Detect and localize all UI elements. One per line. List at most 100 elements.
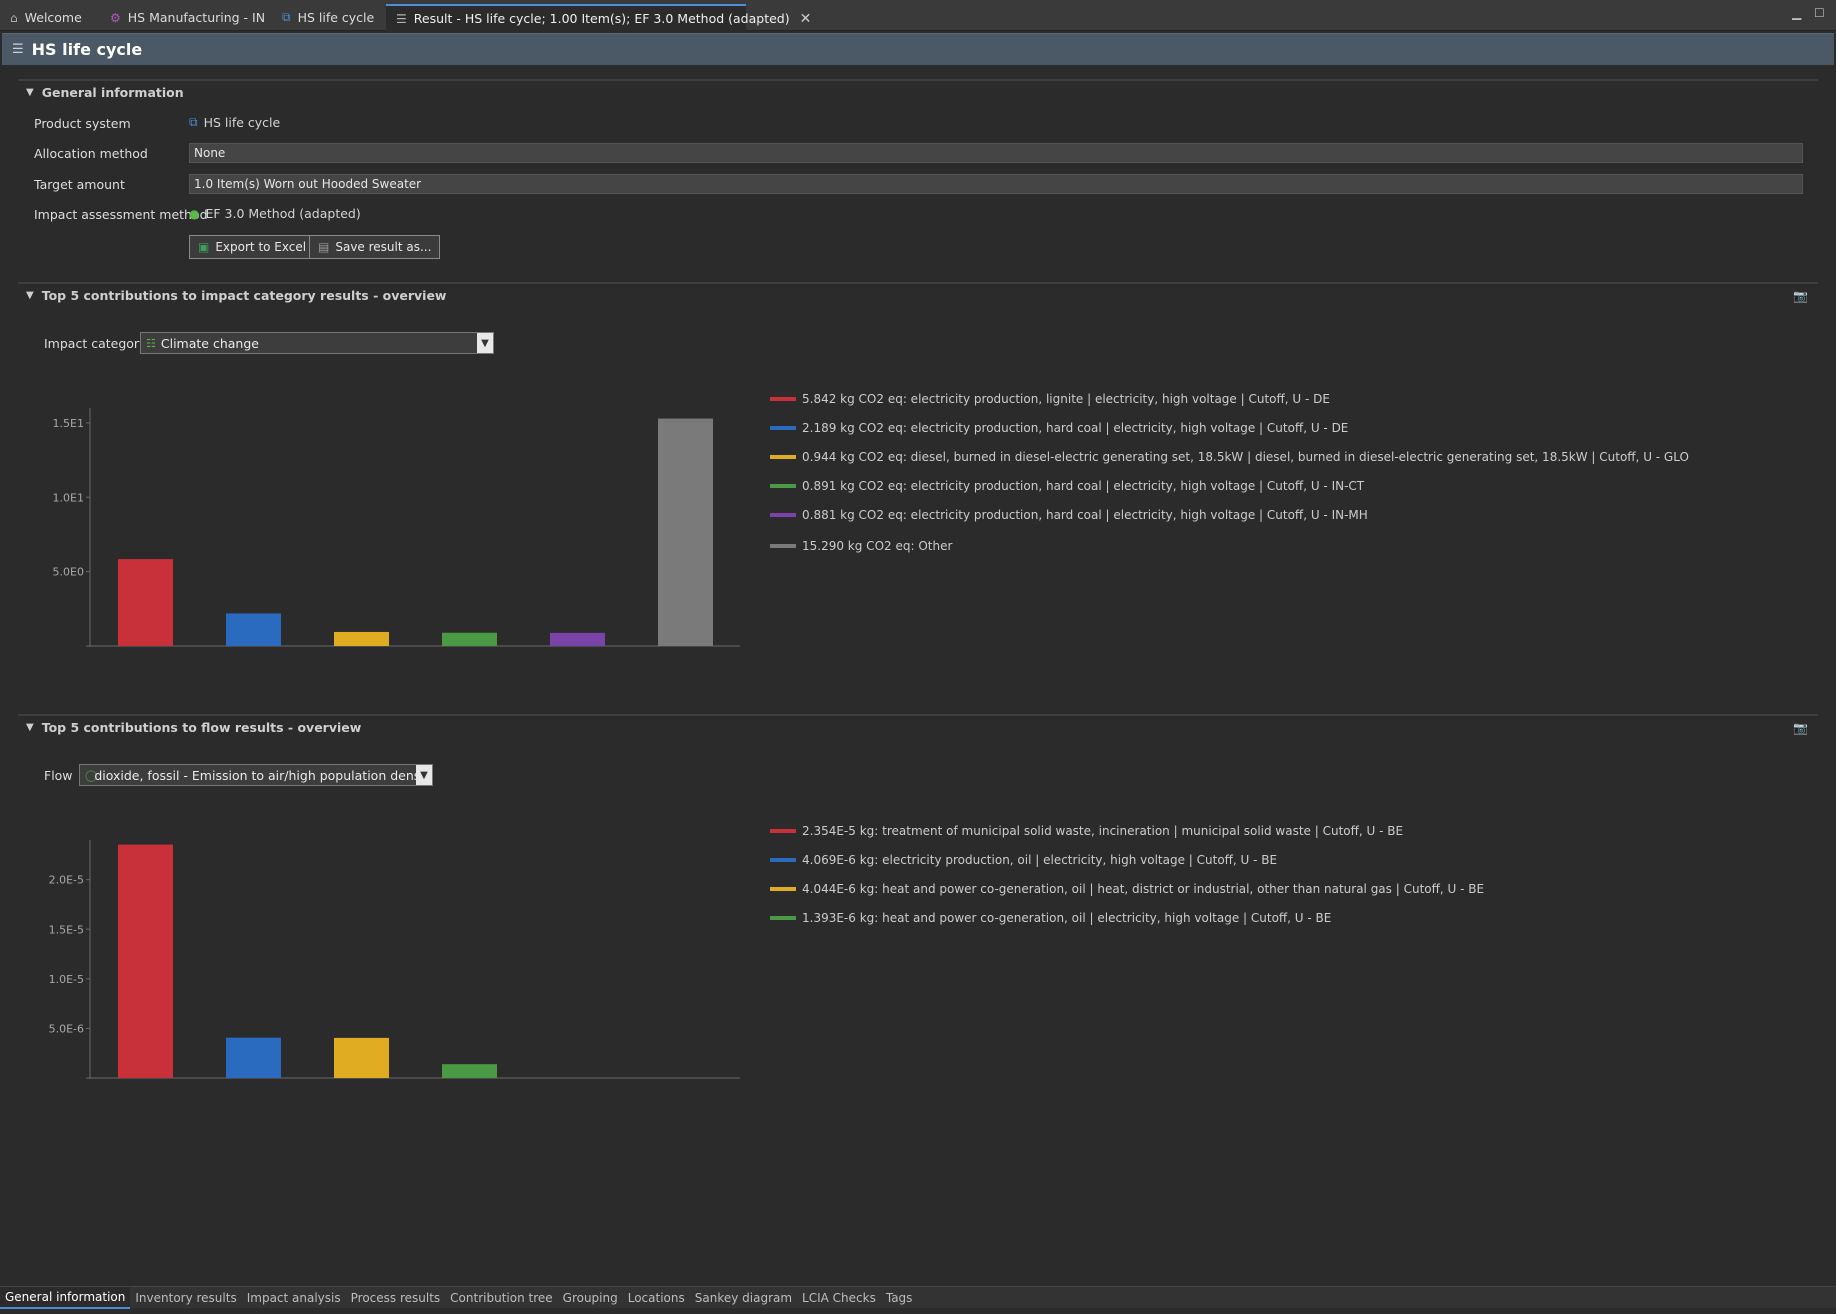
editor-header: ☰ HS life cycle bbox=[2, 33, 1834, 65]
maximize-icon[interactable]: ☐ bbox=[1814, 6, 1825, 20]
flow-select[interactable]: ◯ dioxide, fossil - Emission to air/high… bbox=[79, 764, 433, 786]
close-icon[interactable]: ✕ bbox=[800, 11, 812, 27]
bottom-tab-sankey-diagram[interactable]: Sankey diagram bbox=[690, 1287, 797, 1309]
allocation-method-label: Allocation method bbox=[34, 146, 148, 161]
legend-swatch bbox=[770, 829, 796, 833]
collapse-triangle-icon[interactable]: ▼ bbox=[26, 722, 34, 733]
bottom-tab-grouping[interactable]: Grouping bbox=[558, 1287, 623, 1309]
collapse-triangle-icon[interactable]: ▼ bbox=[26, 87, 34, 98]
target-amount-field: 1.0 Item(s) Worn out Hooded Sweater bbox=[189, 174, 1803, 194]
legend-item: 15.290 kg CO2 eq: Other bbox=[770, 539, 952, 553]
section-general-information[interactable]: ▼ General information bbox=[18, 79, 1818, 103]
section-title: General information bbox=[41, 84, 184, 100]
bottom-tab-impact-analysis[interactable]: Impact analysis bbox=[242, 1287, 346, 1309]
tab-hs-life-cycle[interactable]: ⧉ HS life cycle bbox=[272, 4, 384, 31]
bottom-tab-locations[interactable]: Locations bbox=[623, 1287, 690, 1309]
product-system-label: Product system bbox=[34, 116, 131, 131]
bar-3[interactable] bbox=[334, 1037, 389, 1078]
bar-1[interactable] bbox=[118, 844, 173, 1078]
legend-item: 5.842 kg CO2 eq: electricity production,… bbox=[770, 392, 1330, 406]
product-system-value: HS life cycle bbox=[203, 115, 281, 130]
product-system-link[interactable]: ⧉ HS life cycle bbox=[189, 115, 280, 130]
legend-swatch bbox=[770, 916, 796, 920]
chevron-down-icon[interactable]: ▼ bbox=[477, 333, 493, 353]
legend-item: 0.944 kg CO2 eq: diesel, burned in diese… bbox=[770, 450, 1689, 464]
bar-2[interactable] bbox=[226, 613, 281, 646]
bottom-tab-tags[interactable]: Tags bbox=[881, 1287, 918, 1309]
export-to-excel-button[interactable]: ▣ Export to Excel bbox=[189, 235, 316, 259]
legend-label: 0.881 kg CO2 eq: electricity production,… bbox=[802, 508, 1368, 522]
page-title: HS life cycle bbox=[31, 40, 143, 59]
bar-4[interactable] bbox=[442, 1064, 497, 1078]
tab-label: Welcome bbox=[24, 10, 82, 25]
bottom-tab-lcia-checks[interactable]: LCIA Checks bbox=[797, 1287, 881, 1309]
bar-Other[interactable] bbox=[658, 418, 713, 646]
flow-bar-chart: 2.0E-5 1.5E-5 1.0E-5 5.0E-6 bbox=[49, 840, 740, 1079]
bar-4[interactable] bbox=[442, 632, 497, 646]
impact-method-label: Impact assessment method bbox=[34, 207, 208, 222]
y-tick-label: 1.0E-5 bbox=[49, 973, 84, 986]
impact-category-select[interactable]: ☷ Climate change ▼ bbox=[140, 332, 494, 354]
y-tick-label: 5.0E-6 bbox=[49, 1022, 84, 1035]
tab-hs-manufacturing[interactable]: ⚙ HS Manufacturing - IN bbox=[100, 4, 275, 31]
bar-5[interactable] bbox=[550, 632, 605, 646]
camera-icon[interactable]: 📷 bbox=[1793, 289, 1808, 303]
section-impact-contributions[interactable]: ▼ Top 5 contributions to impact category… bbox=[18, 282, 1818, 306]
save-icon: ▤ bbox=[318, 240, 330, 254]
product-system-icon: ⧉ bbox=[189, 115, 198, 129]
y-tick-label: 1.5E-5 bbox=[49, 923, 84, 936]
bar-2[interactable] bbox=[226, 1037, 281, 1078]
export-to-excel-label: Export to Excel bbox=[215, 240, 307, 254]
excel-icon: ▣ bbox=[198, 240, 210, 254]
tab-result[interactable]: ☰ Result - HS life cycle; 1.00 Item(s); … bbox=[386, 4, 811, 31]
camera-icon[interactable]: 📷 bbox=[1793, 721, 1808, 735]
save-result-as-button[interactable]: ▤ Save result as... bbox=[309, 235, 441, 259]
legend-item: 4.069E-6 kg: electricity production, oil… bbox=[770, 853, 1277, 867]
y-tick-label: 2.0E-5 bbox=[49, 874, 84, 887]
result-icon: ☰ bbox=[12, 42, 24, 57]
save-result-as-label: Save result as... bbox=[335, 240, 432, 254]
editor-tab-bar: ⌂ Welcome ⚙ HS Manufacturing - IN ⧉ HS l… bbox=[0, 0, 1836, 31]
legend-swatch bbox=[770, 484, 796, 488]
chevron-down-icon[interactable]: ▼ bbox=[416, 765, 432, 785]
legend-item: 2.354E-5 kg: treatment of municipal soli… bbox=[770, 824, 1403, 838]
legend-swatch bbox=[770, 455, 796, 459]
legend-label: 0.891 kg CO2 eq: electricity production,… bbox=[802, 479, 1365, 493]
legend-swatch bbox=[770, 887, 796, 891]
legend-label: 5.842 kg CO2 eq: electricity production,… bbox=[802, 392, 1330, 406]
bar-3[interactable] bbox=[334, 631, 389, 646]
legend-label: 4.044E-6 kg: heat and power co-generatio… bbox=[802, 882, 1485, 896]
bottom-tab-contribution-tree[interactable]: Contribution tree bbox=[445, 1287, 557, 1309]
tab-welcome[interactable]: ⌂ Welcome bbox=[0, 4, 92, 31]
impact-method-value: EF 3.0 Method (adapted) bbox=[205, 206, 361, 221]
legend-swatch bbox=[770, 397, 796, 401]
impact-method-icon: ● bbox=[189, 206, 200, 221]
tab-label: HS Manufacturing - IN bbox=[127, 10, 266, 25]
bottom-tab-general-information[interactable]: General information bbox=[0, 1286, 131, 1309]
bottom-tab-inventory-results[interactable]: Inventory results bbox=[130, 1287, 241, 1309]
impact-method-link[interactable]: ● EF 3.0 Method (adapted) bbox=[189, 206, 361, 221]
tab-label: HS life cycle bbox=[297, 10, 375, 25]
process-icon: ⚙ bbox=[110, 10, 121, 25]
legend-label: 1.393E-6 kg: heat and power co-generatio… bbox=[802, 911, 1332, 925]
bottom-tab-process-results[interactable]: Process results bbox=[346, 1287, 446, 1309]
flow-label: Flow bbox=[44, 768, 73, 783]
section-flow-contributions[interactable]: ▼ Top 5 contributions to flow results - … bbox=[18, 714, 1818, 738]
legend-item: 1.393E-6 kg: heat and power co-generatio… bbox=[770, 911, 1331, 925]
home-icon: ⌂ bbox=[10, 10, 18, 25]
legend-item: 0.881 kg CO2 eq: electricity production,… bbox=[770, 508, 1368, 522]
y-tick-label: 1.0E1 bbox=[53, 491, 84, 504]
impact-bar-chart: 1.5E1 1.0E1 5.0E0 bbox=[53, 408, 740, 647]
bar-1[interactable] bbox=[118, 559, 173, 646]
legend-label: 2.354E-5 kg: treatment of municipal soli… bbox=[802, 824, 1404, 838]
section-title: Top 5 contributions to flow results - ov… bbox=[41, 719, 362, 735]
minimize-icon[interactable]: ▁ bbox=[1792, 6, 1801, 20]
product-system-icon: ⧉ bbox=[282, 10, 291, 24]
flow-value: dioxide, fossil - Emission to air/high p… bbox=[94, 767, 433, 783]
collapse-triangle-icon[interactable]: ▼ bbox=[26, 290, 34, 301]
flow-chart: 2.0E-5 1.5E-5 1.0E-5 5.0E-6 bbox=[40, 828, 750, 1088]
impact-chart: 1.5E1 1.0E1 5.0E0 bbox=[40, 396, 750, 656]
legend-item: 2.189 kg CO2 eq: electricity production,… bbox=[770, 421, 1348, 435]
legend-label: 4.069E-6 kg: electricity production, oil… bbox=[802, 853, 1278, 867]
legend-swatch bbox=[770, 544, 796, 548]
